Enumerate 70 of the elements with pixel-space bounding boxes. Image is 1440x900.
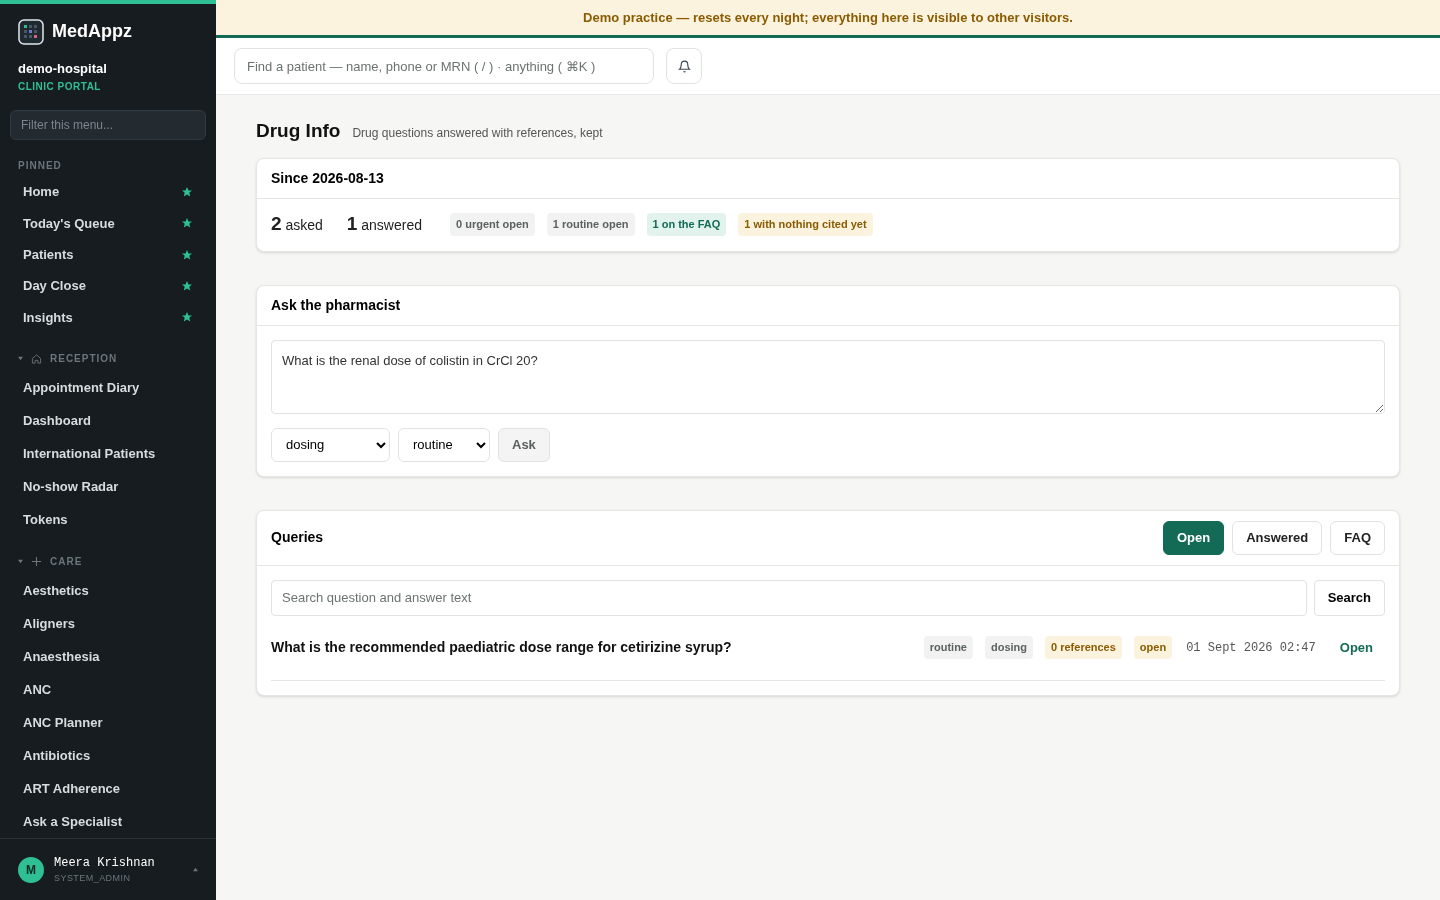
sidebar-item[interactable]: International Patients bbox=[10, 437, 206, 470]
filter-tab[interactable]: Answered bbox=[1232, 520, 1323, 555]
card-title: Ask the pharmacist bbox=[257, 285, 1399, 326]
star-icon bbox=[181, 280, 193, 293]
question-field[interactable]: What is the renal dose of colistin in CrCl 20? bbox=[271, 339, 1385, 414]
category-select[interactable]: dosing bbox=[271, 427, 390, 462]
sidebar-item[interactable]: Patients bbox=[10, 239, 206, 271]
sidebar-item[interactable]: Day Close bbox=[10, 270, 206, 302]
stat-chip: 1 routine open bbox=[546, 213, 635, 236]
sidebar-item[interactable]: Home bbox=[10, 176, 206, 208]
sidebar-item[interactable]: No-show Radar bbox=[10, 470, 206, 503]
section-heading: RECEPTION bbox=[50, 352, 118, 367]
brand-name: MedAppz bbox=[52, 20, 132, 43]
query-time: 01 Sept 2026 02:47 bbox=[1186, 639, 1316, 657]
demo-banner: Demo practice — resets every night; everything here is visible to other visitors. bbox=[216, 0, 1440, 38]
stat: 2 asked bbox=[271, 212, 323, 237]
sidebar-item[interactable]: ANC Planner bbox=[10, 706, 206, 739]
star-icon bbox=[181, 186, 193, 199]
priority-select[interactable]: routine bbox=[398, 427, 490, 462]
sidebar-item[interactable]: Insights bbox=[10, 301, 206, 333]
stat-chip: 1 with nothing cited yet bbox=[738, 213, 873, 236]
filter-field[interactable]: Filter this menu... bbox=[10, 109, 206, 140]
stat-chip: 1 on the FAQ bbox=[646, 213, 727, 236]
sidebar-item[interactable]: Appointment Diary bbox=[10, 371, 206, 404]
user-name: Meera Krishnan bbox=[54, 854, 156, 872]
ask-button[interactable]: Ask bbox=[498, 427, 550, 462]
sidebar-item[interactable]: Aligners bbox=[10, 607, 206, 640]
sidebar-item[interactable]: Antibiotics bbox=[10, 739, 206, 772]
query-tag: dosing bbox=[984, 636, 1034, 659]
stat: 1 answered bbox=[346, 212, 422, 237]
card-title: Since 2026-08-13 bbox=[257, 158, 1399, 199]
page-subtitle: Drug questions answered with references, kept bbox=[352, 125, 603, 142]
plus-icon bbox=[31, 556, 42, 568]
user-avatar: M bbox=[18, 856, 44, 883]
logo-icon bbox=[18, 18, 44, 45]
house-icon bbox=[31, 353, 42, 365]
filter-tab[interactable]: Open bbox=[1162, 520, 1225, 555]
card-title: Queries bbox=[271, 528, 325, 547]
stat-chip: 0 urgent open bbox=[450, 213, 535, 236]
caret-icon[interactable] bbox=[193, 867, 198, 872]
sidebar-item[interactable]: ART Adherence bbox=[10, 772, 206, 805]
search-button[interactable]: Search bbox=[1313, 579, 1385, 616]
sidebar-item[interactable]: Dashboard bbox=[10, 404, 206, 437]
user-role: SYSTEM_ADMIN bbox=[54, 871, 132, 885]
org-name: demo-hospital bbox=[17, 60, 108, 78]
filter-tab[interactable]: FAQ bbox=[1330, 520, 1385, 555]
query-question: What is the recommended paediatric dose range for cetirizine syrup? bbox=[271, 638, 733, 657]
sidebar-item[interactable]: Ask a Specialist bbox=[10, 805, 206, 838]
star-icon bbox=[181, 217, 193, 230]
sidebar-item[interactable]: Anaesthesia bbox=[10, 640, 206, 673]
caret-icon[interactable] bbox=[18, 356, 23, 362]
query-search-field[interactable]: Search question and answer text bbox=[271, 579, 1307, 616]
query-tag: routine bbox=[923, 636, 973, 659]
section-heading: CARE bbox=[50, 555, 83, 570]
caret-icon[interactable] bbox=[18, 559, 23, 565]
bell-icon bbox=[677, 59, 691, 73]
query-tag: 0 references bbox=[1045, 636, 1122, 659]
query-tag: open bbox=[1133, 636, 1173, 659]
sidebar-item[interactable]: Today's Queue bbox=[10, 207, 206, 240]
search-field[interactable]: Find a patient — name, phone or MRN ( / ) · anything ( ⌘K ) bbox=[234, 48, 654, 84]
sidebar-item[interactable]: ANC bbox=[10, 673, 206, 706]
page-title: Drug Info bbox=[256, 119, 341, 143]
star-icon bbox=[181, 311, 193, 324]
open-link[interactable]: Open bbox=[1327, 637, 1385, 658]
notifications-button[interactable] bbox=[666, 48, 702, 84]
star-icon bbox=[181, 248, 193, 261]
sidebar-item[interactable]: Tokens bbox=[10, 503, 206, 536]
portal-label: CLINIC PORTAL bbox=[17, 79, 102, 94]
sidebar-item[interactable]: Aesthetics bbox=[10, 574, 206, 607]
section-heading: PINNED bbox=[17, 158, 63, 173]
